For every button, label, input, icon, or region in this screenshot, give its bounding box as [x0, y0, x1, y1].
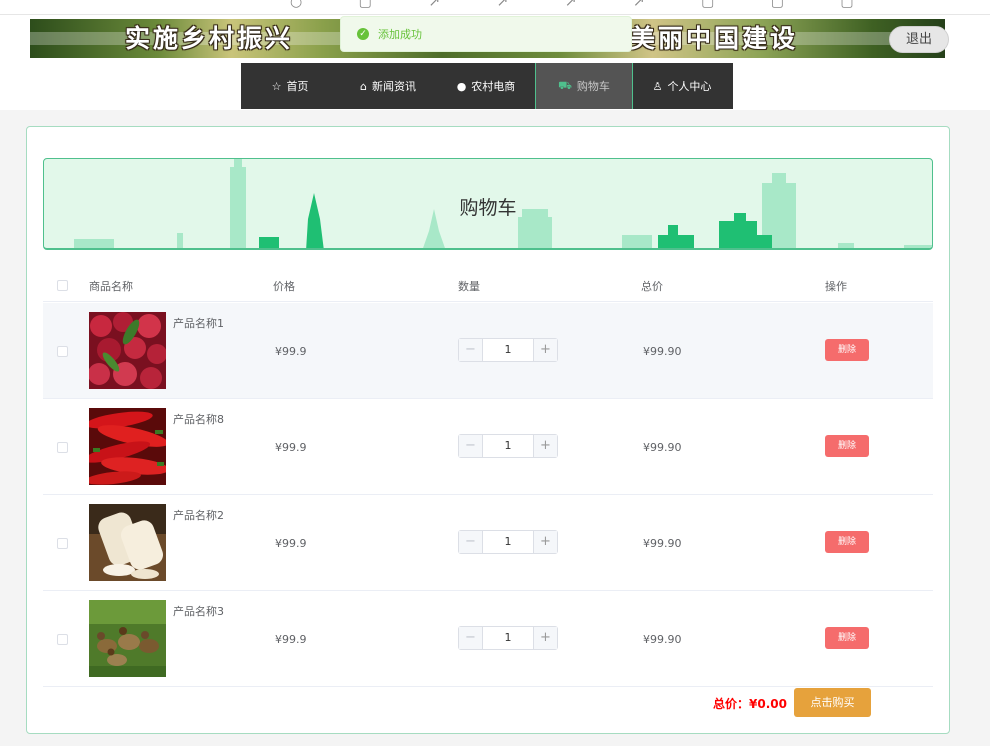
- row-total: ¥99.90: [643, 441, 682, 454]
- quantity-stepper[interactable]: − 1 +: [458, 338, 558, 362]
- product-price: ¥99.9: [275, 633, 307, 646]
- cart-panel: 购物车 商品名称 价格 数量 总价 操作 产品名称1 ¥99.9 − 1 + ¥…: [26, 126, 950, 734]
- banner-slogan-right: 美丽中国建设: [630, 24, 799, 53]
- product-image-chili[interactable]: [89, 408, 166, 485]
- browser-toolbar: ○ ▢ ↗ ↗ ↗ ↗ ▢ ▢ ▢: [0, 0, 990, 15]
- product-image-yam[interactable]: [89, 504, 166, 581]
- nav-item-profile[interactable]: ♙ 个人中心: [633, 63, 731, 109]
- buy-button[interactable]: 点击购买: [794, 688, 871, 717]
- header-quantity: 数量: [458, 280, 480, 293]
- nav-item-label: 新闻资讯: [371, 80, 416, 93]
- nav-item-cart[interactable]: ⛟ 购物车: [535, 63, 633, 109]
- row-total: ¥99.90: [643, 633, 682, 646]
- page-hero: 购物车: [43, 158, 933, 250]
- row-total: ¥99.90: [643, 537, 682, 550]
- select-all-checkbox[interactable]: [57, 280, 68, 291]
- row-total: ¥99.90: [643, 345, 682, 358]
- quantity-stepper[interactable]: − 1 +: [458, 434, 558, 458]
- star-icon: ☆: [271, 79, 282, 93]
- product-price: ¥99.9: [275, 441, 307, 454]
- quantity-stepper[interactable]: − 1 +: [458, 626, 558, 650]
- nav-item-label: 个人中心: [667, 80, 712, 93]
- product-image-bayberry[interactable]: [89, 312, 166, 389]
- product-name: 产品名称2: [173, 509, 224, 522]
- product-price: ¥99.9: [275, 537, 307, 550]
- user-icon: ♙: [652, 79, 663, 93]
- quantity-stepper[interactable]: − 1 +: [458, 530, 558, 554]
- logout-button[interactable]: 退出: [889, 26, 949, 53]
- header-name: 商品名称: [89, 280, 133, 293]
- product-name: 产品名称3: [173, 605, 224, 618]
- page-title: 购物车: [459, 197, 517, 219]
- table-row: 产品名称1 ¥99.9 − 1 + ¥99.90 删除: [43, 303, 933, 399]
- product-name: 产品名称1: [173, 317, 224, 330]
- home-icon: ⌂: [360, 79, 367, 93]
- header-price: 价格: [273, 280, 295, 293]
- browser-icons: ○ ▢ ↗ ↗ ↗ ↗ ▢ ▢ ▢: [290, 0, 880, 10]
- cart-total-label: 总价：: [713, 697, 750, 711]
- increase-button[interactable]: +: [533, 339, 557, 361]
- row-checkbox[interactable]: [57, 538, 68, 549]
- product-name: 产品名称8: [173, 413, 224, 426]
- decrease-button[interactable]: −: [459, 627, 483, 649]
- delete-button[interactable]: 删除: [825, 627, 869, 649]
- table-row: 产品名称8 ¥99.9 − 1 + ¥99.90 删除: [43, 399, 933, 495]
- nav-item-news[interactable]: ⌂ 新闻资讯: [339, 63, 437, 109]
- row-checkbox[interactable]: [57, 346, 68, 357]
- quantity-value[interactable]: 1: [483, 339, 533, 361]
- cart-total-value: ¥0.00: [749, 697, 787, 711]
- delete-button[interactable]: 删除: [825, 531, 869, 553]
- nav-item-label: 首页: [286, 80, 309, 93]
- main-nav: ☆ 首页 ⌂ 新闻资讯 ● 农村电商 ⛟ 购物车 ♙ 个人中心: [241, 63, 733, 109]
- table-header: 商品名称 价格 数量 总价 操作: [43, 268, 933, 302]
- success-toast: ✓ 添加成功: [340, 16, 632, 52]
- nav-item-ecommerce[interactable]: ● 农村电商: [437, 63, 535, 109]
- product-image-ducks[interactable]: [89, 600, 166, 677]
- check-circle-icon: ✓: [357, 28, 369, 40]
- row-checkbox[interactable]: [57, 442, 68, 453]
- toast-message: 添加成功: [378, 28, 422, 41]
- decrease-button[interactable]: −: [459, 531, 483, 553]
- header-total: 总价: [641, 280, 663, 293]
- quantity-value[interactable]: 1: [483, 627, 533, 649]
- delete-button[interactable]: 删除: [825, 339, 869, 361]
- decrease-button[interactable]: −: [459, 339, 483, 361]
- row-checkbox[interactable]: [57, 634, 68, 645]
- increase-button[interactable]: +: [533, 531, 557, 553]
- quantity-value[interactable]: 1: [483, 531, 533, 553]
- product-price: ¥99.9: [275, 345, 307, 358]
- quantity-value[interactable]: 1: [483, 435, 533, 457]
- header-action: 操作: [825, 280, 847, 293]
- cart-total: 总价：¥0.00: [713, 695, 787, 712]
- cart-icon: ⛟: [558, 78, 572, 92]
- increase-button[interactable]: +: [533, 435, 557, 457]
- table-row: 产品名称2 ¥99.9 − 1 + ¥99.90 删除: [43, 495, 933, 591]
- banner-slogan-left: 实施乡村振兴: [125, 24, 294, 53]
- delete-button[interactable]: 删除: [825, 435, 869, 457]
- table-row: 产品名称3 ¥99.9 − 1 + ¥99.90 删除: [43, 591, 933, 687]
- increase-button[interactable]: +: [533, 627, 557, 649]
- nav-item-label: 购物车: [576, 80, 610, 93]
- nav-item-home[interactable]: ☆ 首页: [241, 63, 339, 109]
- nav-item-label: 农村电商: [471, 80, 516, 93]
- info-icon: ●: [456, 79, 467, 93]
- decrease-button[interactable]: −: [459, 435, 483, 457]
